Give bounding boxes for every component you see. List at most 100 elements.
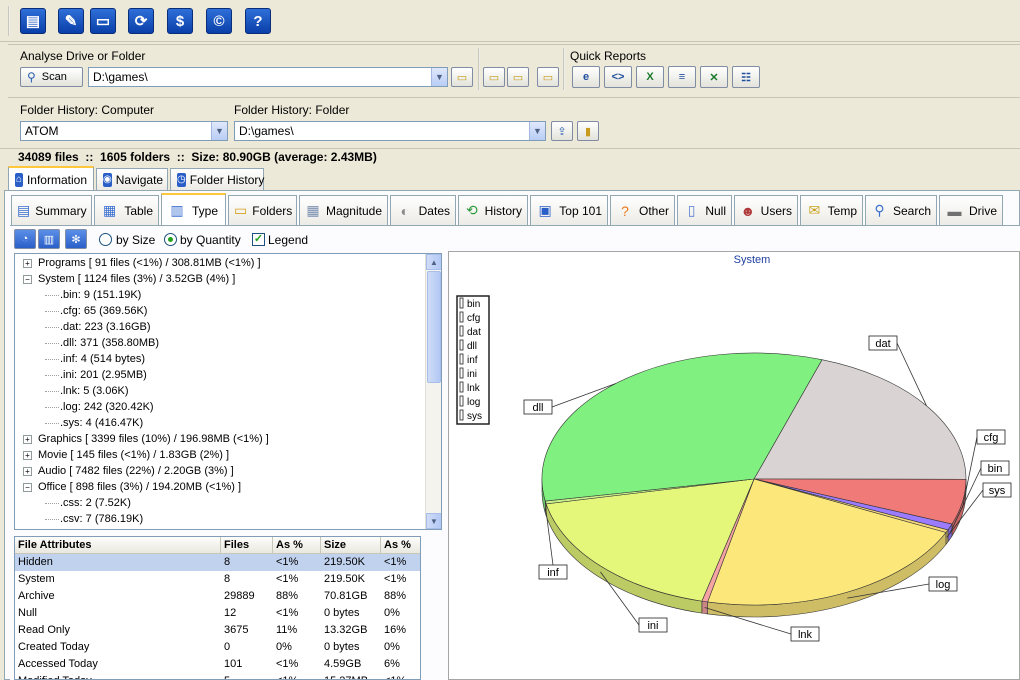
tree-item[interactable]: .log: 242 (320.42K) (45, 399, 154, 415)
tab-folder-history[interactable]: ◷ Folder History (170, 168, 264, 190)
tab-table[interactable]: ▦ Table (94, 195, 159, 225)
tab-dates[interactable]: ◐ Dates (390, 195, 456, 225)
history-go-button[interactable]: ⇪ (551, 121, 573, 141)
scroll-down-icon[interactable]: ▼ (426, 513, 441, 529)
column-header: File Attributes (18, 537, 221, 554)
table-row[interactable]: System 8 <1% 219.50K <1% (15, 571, 420, 588)
tree-item[interactable]: .css: 2 (7.52K) (45, 495, 131, 511)
table-cell: 0 bytes (324, 641, 360, 653)
tab-type[interactable]: ▥ Type (161, 193, 226, 226)
table-row[interactable]: Accessed Today 101 <1% 4.59GB 6% (15, 656, 420, 673)
chevron-down-icon[interactable]: ▼ (211, 122, 227, 140)
bar-chart-button[interactable]: ▥ (38, 229, 60, 249)
tab-information[interactable]: ⌂ Information (8, 166, 94, 191)
table-row[interactable]: Created Today 0 0% 0 bytes 0% (15, 639, 420, 656)
report-text-button[interactable]: ≡ (668, 66, 696, 88)
expand-icon[interactable]: + (23, 450, 32, 460)
table-row[interactable]: Archive 29889 88% 70.81GB 88% (15, 588, 420, 605)
tab-search[interactable]: ⚲ Search (865, 195, 937, 225)
browse-folder-button[interactable]: ▭ (451, 67, 473, 87)
add-folder-button[interactable]: ▭ (507, 67, 529, 87)
by-size-radio[interactable] (99, 233, 112, 246)
tree-item[interactable]: .ini: 201 (2.95MB) (45, 367, 147, 383)
expand-icon[interactable]: + (23, 258, 32, 268)
chart-settings-button[interactable]: ✻ (65, 229, 87, 249)
report-xml-button[interactable]: <> (604, 66, 632, 88)
tree-item[interactable]: + Programs [ 91 files (<1%) / 308.81MB (<… (23, 255, 261, 271)
history-db-button[interactable]: ▮ (577, 121, 599, 141)
folder-button[interactable]: ▭ (90, 8, 116, 34)
scroll-up-icon[interactable]: ▲ (426, 254, 441, 270)
table-row[interactable]: Modified Today5<1%15.27MB<1% (15, 673, 420, 679)
tab-users[interactable]: ☻ Users (734, 195, 798, 225)
tree-item[interactable]: + Audio [ 7482 files (22%) / 2.20GB (3%) … (23, 463, 234, 479)
table-row[interactable]: Null 12 <1% 0 bytes 0% (15, 605, 420, 622)
tree-item[interactable]: − Office [ 898 files (3%) / 194.20MB (<1%… (23, 479, 241, 495)
tree-item[interactable]: .dll: 371 (358.80MB) (45, 335, 159, 351)
parent-folder-button[interactable]: ▭ (537, 67, 559, 87)
tab-magnitude[interactable]: ▦ Magnitude (299, 195, 388, 225)
legend-label-log: log (467, 397, 480, 408)
analyse-path-combo[interactable]: D:\games\ ▼ (88, 67, 448, 87)
tab-null[interactable]: ▯ Null (677, 195, 732, 225)
chart-title: System (734, 254, 771, 266)
file-type-tree[interactable]: + Programs [ 91 files (<1%) / 308.81MB (<… (14, 253, 442, 530)
table-row[interactable]: Read Only 3675 11% 13.32GB 16% (15, 622, 420, 639)
collapse-icon[interactable]: − (23, 482, 32, 492)
tab-label: Folder History (189, 172, 265, 187)
tab-history[interactable]: ⟲ History (458, 195, 528, 225)
tab-folders[interactable]: ▭ Folders (228, 195, 297, 225)
tab-temp[interactable]: ✉ Temp (800, 195, 863, 225)
by-quantity-radio[interactable] (164, 233, 177, 246)
tree-item[interactable]: + Graphics [ 3399 files (10%) / 196.98MB … (23, 431, 269, 447)
save-button[interactable]: ▤ (20, 8, 46, 34)
report-web-button[interactable]: e (572, 66, 600, 88)
table-cell: 70.81GB (324, 590, 368, 602)
computer-history-combo[interactable]: ATOM ▼ (20, 121, 228, 141)
legend-checkbox[interactable]: ✓ (252, 233, 265, 246)
tree-item-label: .ini: 201 (2.95MB) (60, 369, 147, 381)
copyright-button[interactable]: © (206, 8, 232, 34)
help-button[interactable]: ? (245, 8, 271, 34)
tab-label: Top 101 (559, 203, 602, 218)
tab-drive[interactable]: ▬ Drive (939, 195, 1003, 225)
report-tree-button[interactable]: ☷ (732, 66, 760, 88)
table-cell: 3675 (224, 624, 249, 636)
column-header: As % (276, 537, 321, 554)
tree-item[interactable]: .sys: 4 (416.47K) (45, 415, 143, 431)
tab-other[interactable]: ? Other (610, 195, 675, 225)
folder-history-combo[interactable]: D:\games\ ▼ (234, 121, 546, 141)
legend-label-dat: dat (467, 327, 481, 338)
tree-item[interactable]: .bin: 9 (151.19K) (45, 287, 141, 303)
chevron-down-icon[interactable]: ▼ (529, 122, 545, 140)
dollar-button[interactable]: $ (167, 8, 193, 34)
settings-button[interactable]: ✎ (58, 8, 84, 34)
tree-item[interactable]: .dat: 223 (3.16GB) (45, 319, 151, 335)
open-folder-button[interactable]: ▭ (483, 67, 505, 87)
report-close-button[interactable]: ✕ (700, 66, 728, 88)
tree-item[interactable]: .csv: 7 (786.19K) (45, 511, 143, 527)
tab-top-101[interactable]: ▣ Top 101 (530, 195, 608, 225)
file-attributes-table[interactable]: File Attributes Files As % Size As % Hidden 8 <… (14, 536, 421, 680)
tree-item-label: .lnk: 5 (3.06K) (60, 385, 129, 397)
expand-icon[interactable]: + (23, 466, 32, 476)
collapse-icon[interactable]: − (23, 274, 32, 284)
table-row[interactable]: Hidden 8 <1% 219.50K <1% (15, 554, 420, 571)
tree-scrollbar[interactable]: ▲ ▼ (425, 254, 441, 529)
tab-navigate[interactable]: ◉ Navigate (96, 168, 168, 190)
expand-icon[interactable]: + (23, 434, 32, 444)
pie-chart-button[interactable]: ◔ (14, 229, 36, 249)
refresh-button[interactable]: ⟳ (128, 8, 154, 34)
tree-item[interactable]: .inf: 4 (514 bytes) (45, 351, 145, 367)
tree-item[interactable]: − System [ 1124 files (3%) / 3.52GB (4%) … (23, 271, 235, 287)
tab-summary[interactable]: ▤ Summary (11, 195, 92, 225)
tree-line (45, 422, 59, 424)
tree-item[interactable]: + Movie [ 145 files (<1%) / 1.83GB (2%) ] (23, 447, 229, 463)
report-excel-button[interactable]: X (636, 66, 664, 88)
scroll-thumb[interactable] (427, 271, 441, 383)
chevron-down-icon[interactable]: ▼ (431, 68, 447, 86)
tree-item-label: .css: 2 (7.52K) (60, 497, 131, 509)
tree-item[interactable]: .lnk: 5 (3.06K) (45, 383, 128, 399)
tree-item[interactable]: .cfg: 65 (369.56K) (45, 303, 147, 319)
scan-button[interactable]: ⚲ Scan (20, 67, 83, 87)
